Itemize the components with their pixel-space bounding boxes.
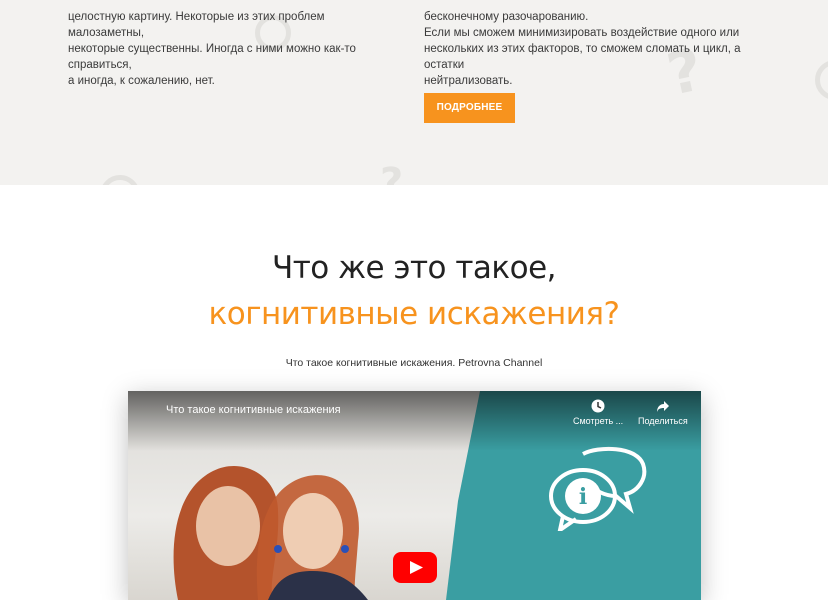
- circle-decoration: [100, 175, 140, 185]
- video-caption: Что такое когнитивные искажения. Petrovn…: [285, 357, 543, 369]
- youtube-video-embed[interactable]: i Что такое когнитивные искажения Смотре…: [128, 391, 701, 600]
- top-section: ? ? целостную картину. Некоторые из этих…: [0, 0, 828, 185]
- youtube-play-icon[interactable]: [393, 552, 437, 583]
- svg-text:i: i: [579, 484, 587, 510]
- paragraph-line: целостную картину. Некоторые из этих про…: [68, 11, 325, 39]
- share-icon: [656, 401, 669, 412]
- paragraph-line: нескольких из этих факторов, то сможем с…: [424, 43, 741, 71]
- circle-decoration: [815, 60, 828, 100]
- watch-later-label: Смотреть ...: [573, 416, 624, 426]
- paragraph-line: некоторые существенны. Иногда с ними мож…: [68, 43, 356, 71]
- question-mark-decoration: ?: [380, 160, 404, 185]
- video-title[interactable]: Что такое когнитивные искажения: [166, 404, 341, 416]
- more-button[interactable]: ПОДРОБНЕЕ: [424, 93, 515, 123]
- paragraph-line: Если мы сможем минимизировать воздействи…: [424, 27, 740, 39]
- right-text-column: бесконечному разочарованию. Если мы смож…: [424, 0, 774, 89]
- info-chat-icon: i: [549, 446, 647, 531]
- paragraph-line: а иногда, к сожалению, нет.: [68, 75, 215, 87]
- share-label: Поделиться: [638, 416, 688, 426]
- paragraph-line: [424, 0, 774, 9]
- clock-icon: [591, 399, 605, 413]
- left-text-column: целостную картину. Некоторые из этих про…: [68, 0, 398, 89]
- paragraph-line: [68, 0, 398, 9]
- share-button[interactable]: Поделиться: [638, 399, 688, 426]
- paragraph-line: нейтрализовать.: [424, 75, 513, 87]
- paragraph-line: бесконечному разочарованию.: [424, 11, 589, 23]
- section-heading-line2: когнитивные искажения?: [208, 296, 620, 332]
- section-heading-line1: Что же это такое,: [271, 250, 557, 286]
- watch-later-button[interactable]: Смотреть ...: [573, 399, 623, 426]
